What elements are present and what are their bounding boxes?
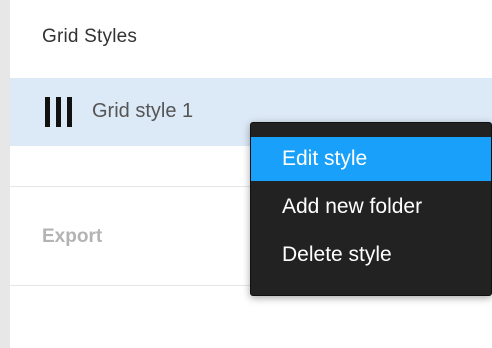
menu-item-edit-style[interactable]: Edit style — [251, 137, 491, 181]
menu-item-add-new-folder[interactable]: Add new folder — [251, 185, 491, 229]
menu-item-delete-style[interactable]: Delete style — [251, 233, 491, 277]
app-root: Grid Styles Grid style 1 Export Edit sty… — [0, 0, 492, 348]
grid-columns-icon — [45, 97, 75, 127]
canvas-edge — [0, 0, 10, 348]
grid-style-label: Grid style 1 — [92, 100, 194, 122]
context-menu: Edit style Add new folder Delete style — [250, 122, 492, 296]
section-title-export[interactable]: Export — [42, 226, 102, 248]
section-title-grid-styles: Grid Styles — [42, 26, 138, 47]
